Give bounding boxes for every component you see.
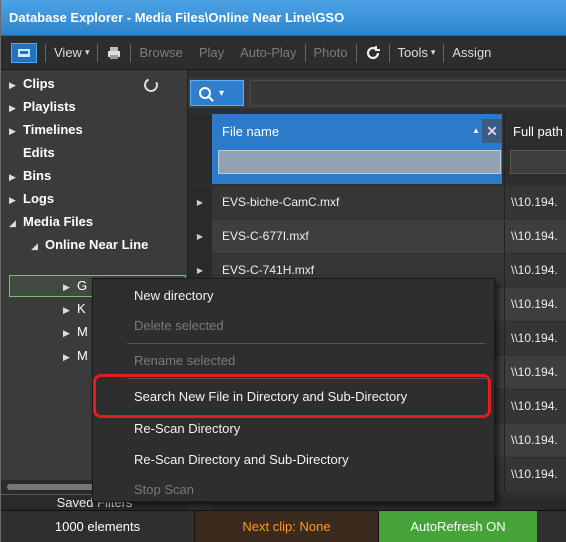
sidebar-item-k[interactable]: ▶ K	[63, 297, 86, 321]
sidebar-item-label: Bins	[23, 168, 52, 183]
sidebar-item-logs[interactable]: ▶ Logs	[9, 187, 54, 211]
sidebar-item-clips[interactable]: ▶ Clips	[9, 72, 55, 96]
search-bar: ▾	[188, 78, 566, 108]
status-bar-end	[537, 511, 566, 542]
tools-label: Tools	[397, 45, 428, 60]
table-row[interactable]: ▶ EVS-biche-CamC.mxf \\10.194.	[188, 186, 566, 219]
menu-separator	[127, 343, 485, 344]
full-path-cell: \\10.194.	[504, 220, 566, 253]
chevron-down-icon: ◢	[9, 218, 16, 228]
sidebar-item-timelines[interactable]: ▶ Timelines	[9, 118, 83, 142]
file-name-cell: EVS-biche-CamC.mxf	[212, 186, 504, 219]
full-path-cell: \\10.194.	[504, 288, 566, 321]
sidebar-item-label: G	[77, 278, 88, 293]
column-header-label: Full path	[513, 124, 563, 139]
view-menu[interactable]: View ▾	[46, 36, 97, 70]
grid-header: File name ▲ ✕ Full path	[188, 114, 566, 184]
chevron-right-icon: ▶	[9, 195, 16, 205]
next-clip-status: Next clip: None	[195, 511, 379, 542]
full-path-cell: \\10.194.	[504, 390, 566, 423]
scrollbar-thumb[interactable]	[7, 484, 97, 490]
tools-menu[interactable]: Tools ▾	[390, 36, 444, 70]
browse-button[interactable]: Browse	[131, 36, 190, 70]
chevron-right-icon: ▶	[9, 103, 16, 113]
view-caret-icon: ▾	[84, 47, 90, 57]
sidebar-item-m1[interactable]: ▶ M	[63, 320, 88, 344]
tools-caret-icon: ▾	[430, 47, 436, 57]
sort-ascending-icon[interactable]: ▲	[472, 126, 480, 135]
menu-item-stop-scan[interactable]: Stop Scan	[93, 475, 494, 505]
sidebar-item-g[interactable]: ▶ G	[63, 274, 87, 298]
menu-item-rescan-directory-and-subdirectory[interactable]: Re-Scan Directory and Sub-Directory	[93, 445, 494, 475]
sidebar-item-media-files[interactable]: ◢ Media Files	[9, 210, 93, 234]
sidebar-item-label: M	[77, 348, 88, 363]
sidebar-item-label: Clips	[23, 76, 55, 91]
sidebar-item-bins[interactable]: ▶ Bins	[9, 164, 51, 188]
menu-item-rename-selected[interactable]: Rename selected	[93, 346, 494, 376]
sidebar-item-label: Playlists	[23, 99, 76, 114]
red-highlight-annotation	[93, 374, 491, 418]
search-input[interactable]	[250, 80, 566, 106]
table-row[interactable]: ▶ EVS-C-677I.mxf \\10.194.	[188, 220, 566, 253]
column-header-label: File name	[222, 124, 280, 139]
view-label: View	[54, 45, 82, 60]
chevron-down-icon: ◢	[31, 241, 38, 251]
clear-filter-icon[interactable]: ✕	[482, 119, 502, 143]
sidebar-item-label: K	[77, 301, 86, 316]
chevron-right-icon: ▶	[9, 172, 16, 182]
autorefresh-toggle[interactable]: AutoRefresh ON	[379, 511, 537, 542]
full-path-cell: \\10.194.	[504, 424, 566, 457]
row-gutter-header	[188, 114, 212, 184]
chevron-right-icon: ▶	[63, 328, 70, 338]
full-path-cell: \\10.194.	[504, 458, 566, 491]
assign-button[interactable]: Assign	[444, 36, 499, 70]
autoplay-button[interactable]: Auto-Play	[232, 36, 304, 70]
photo-button[interactable]: Photo	[306, 36, 356, 70]
file-name-filter-input[interactable]	[218, 150, 501, 174]
sidebar-item-edits[interactable]: Edits	[9, 141, 55, 165]
full-path-cell: \\10.194.	[504, 322, 566, 355]
sidebar-item-playlists[interactable]: ▶ Playlists	[9, 95, 76, 119]
sidebar-item-label: M	[77, 324, 88, 339]
status-bar: 1000 elements Next clip: None AutoRefres…	[1, 510, 566, 542]
menu-item-rescan-directory[interactable]: Re-Scan Directory	[93, 414, 494, 444]
sidebar-item-label: Media Files	[23, 214, 94, 229]
sidebar-item-label: Timelines	[23, 122, 83, 137]
window-title: Database Explorer - Media Files\Online N…	[1, 0, 566, 36]
chevron-right-icon: ▶	[63, 352, 70, 362]
chevron-down-icon: ▾	[219, 87, 225, 99]
expand-row-icon[interactable]: ▶	[188, 186, 212, 219]
sidebar-item-label: Logs	[23, 191, 55, 206]
file-name-cell: EVS-C-677I.mxf	[212, 220, 504, 253]
full-path-cell: \\10.194.	[504, 254, 566, 287]
full-path-cell: \\10.194.	[504, 186, 566, 219]
search-button[interactable]: ▾	[190, 80, 244, 106]
expand-row-icon[interactable]: ▶	[188, 220, 212, 253]
play-button[interactable]: Play	[191, 36, 232, 70]
menu-item-delete-selected[interactable]: Delete selected	[93, 311, 494, 341]
sidebar-item-m2[interactable]: ▶ M	[63, 344, 88, 368]
layout-icon[interactable]	[11, 42, 37, 63]
chevron-right-icon: ▶	[9, 80, 16, 90]
refresh-icon[interactable]	[357, 36, 389, 70]
full-path-filter-input[interactable]	[510, 150, 566, 174]
chevron-right-icon: ▶	[9, 126, 16, 136]
print-icon[interactable]	[98, 36, 130, 70]
element-count-status: 1000 elements	[1, 511, 195, 542]
chevron-right-icon: ▶	[63, 305, 70, 315]
sidebar-refresh-icon[interactable]	[142, 76, 160, 94]
sidebar-item-label: Edits	[23, 145, 55, 160]
search-icon	[199, 87, 211, 99]
menu-item-new-directory[interactable]: New directory	[93, 281, 494, 311]
full-path-cell: \\10.194.	[504, 356, 566, 389]
sidebar-item-online-near-line[interactable]: ◢ Online Near Line	[31, 233, 148, 257]
database-explorer-window: Database Explorer - Media Files\Online N…	[0, 0, 566, 542]
sidebar-item-label: Online Near Line	[45, 237, 149, 252]
chevron-right-icon: ▶	[63, 282, 70, 292]
toolbar: View ▾ Browse Play Auto-Play Photo Tools ▾…	[1, 36, 566, 70]
